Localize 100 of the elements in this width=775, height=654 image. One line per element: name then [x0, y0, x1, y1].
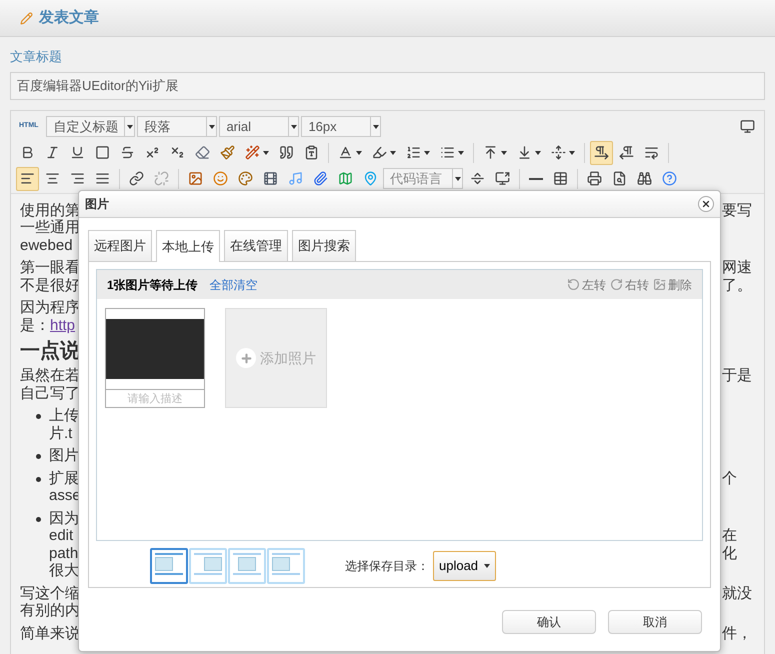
bold-icon — [20, 145, 35, 160]
toolbar-select[interactable]: 16px — [301, 116, 382, 137]
body-text: path — [49, 544, 78, 562]
spacing-bottom-icon — [517, 145, 532, 160]
description-input-field[interactable]: 请输入描述 — [106, 389, 204, 407]
subscript-icon — [170, 145, 185, 160]
body-text: 很大 — [49, 562, 79, 579]
text-link[interactable]: http — [50, 316, 76, 334]
ordered-list-icon — [406, 145, 421, 160]
underline-icon — [70, 145, 85, 160]
spacing-top-icon — [483, 145, 498, 160]
body-text: 要写 — [722, 202, 752, 218]
font-color-icon — [338, 145, 353, 160]
monitor-icon — [740, 119, 755, 134]
caret-icon — [372, 124, 379, 128]
music-note-icon — [288, 171, 303, 186]
body-text: 图片 — [49, 447, 79, 464]
title-input-field[interactable]: 百度编辑器UEditor的Yii扩展 — [10, 72, 765, 100]
layout-drawing — [272, 553, 300, 575]
dialog-tab[interactable]: 远程图片 — [88, 230, 152, 261]
body-text: 不是很好 — [20, 276, 80, 294]
document-search-icon — [612, 171, 627, 186]
body-text: 上传 — [49, 407, 79, 424]
brush-icon — [220, 145, 235, 160]
pilcrow-left-icon — [619, 145, 634, 160]
body-text: 个 — [722, 470, 737, 486]
image-action-button[interactable]: 左转 — [567, 276, 606, 294]
rotate-left-icon — [567, 278, 580, 291]
body-text: 是：http — [20, 316, 76, 334]
align-justify-icon — [95, 171, 110, 186]
body-text: 了。 — [722, 276, 752, 294]
image-remove-icon — [653, 278, 666, 291]
caret-icon — [126, 124, 133, 128]
body-text: 片.t — [49, 424, 72, 442]
unlink-icon — [154, 171, 169, 186]
caret-icon — [484, 564, 490, 568]
body-text: 就没 — [722, 584, 752, 602]
image-action-button[interactable]: 删除 — [653, 276, 692, 294]
image-icon — [188, 171, 203, 186]
map-icon — [338, 171, 353, 186]
dialog-tab[interactable]: 本地上传 — [156, 230, 220, 262]
palette-icon — [238, 171, 253, 186]
pilcrow-right-icon — [594, 145, 609, 160]
pencil-icon — [20, 12, 33, 24]
body-text: 虽然在若 — [20, 367, 80, 384]
binoculars-icon — [637, 171, 652, 186]
dialog-tab[interactable]: 在线管理 — [224, 230, 288, 261]
body-text: 扩展 — [49, 470, 79, 486]
toolbar-select[interactable]: 自定义标题 — [46, 116, 136, 137]
body-text: 自己写了 — [20, 384, 80, 402]
image-alignment-option[interactable] — [150, 548, 188, 584]
toolbar-button[interactable] — [16, 166, 39, 190]
map-pin-icon — [363, 171, 378, 186]
smiley-icon — [213, 171, 228, 186]
body-text: 因为 — [49, 510, 79, 526]
italic-icon — [45, 145, 60, 160]
toolbar-select[interactable]: arial — [219, 116, 300, 137]
toolbar-button[interactable] — [590, 140, 613, 164]
quote-icon — [279, 145, 294, 160]
eraser-icon — [195, 145, 210, 160]
horizontal-rule-icon — [529, 178, 543, 180]
body-text: 化 — [722, 544, 737, 562]
print-icon — [587, 171, 602, 186]
body-text: edit — [49, 527, 74, 544]
save-directory-label: 选择保存目录： — [345, 558, 429, 575]
layout-drawing — [155, 553, 183, 575]
queue-status: 1张图片等待上传 — [107, 276, 198, 294]
body-text: 第一眼看 — [20, 259, 80, 276]
clipboard-icon — [304, 145, 319, 160]
wand-icon — [245, 145, 260, 160]
dialog-title: 图片 — [85, 196, 109, 213]
film-icon — [263, 171, 278, 186]
body-text: 网速 — [722, 259, 752, 276]
body-text: 于是 — [722, 367, 752, 384]
bullet-list-icon — [440, 145, 455, 160]
layout-drawing — [233, 553, 261, 575]
directory-select[interactable]: upload — [433, 551, 496, 581]
strikethrough-icon — [120, 145, 135, 160]
dialog-button[interactable]: 取消 — [608, 610, 702, 634]
highlighter-icon — [372, 145, 387, 160]
close-button[interactable] — [698, 196, 714, 212]
line-height-icon — [551, 145, 566, 160]
link-icon — [129, 171, 144, 186]
dialog-tab[interactable]: 图片搜索 — [292, 230, 356, 261]
caret-icon — [454, 176, 460, 180]
indent-icon — [644, 145, 659, 160]
dialog-button[interactable]: 确认 — [502, 610, 596, 634]
paperclip-icon — [313, 171, 328, 186]
rotate-right-icon — [610, 278, 623, 291]
caret-icon — [290, 124, 297, 128]
body-text: 在 — [722, 527, 737, 544]
image-action-button[interactable]: 右转 — [610, 276, 649, 294]
align-right-icon — [70, 171, 85, 186]
field-label: 文章标题 — [10, 48, 63, 66]
superscript-icon — [145, 145, 160, 160]
caret-icon — [208, 124, 215, 128]
help-icon — [662, 171, 677, 186]
page-break-icon — [470, 171, 485, 186]
toolbar-select[interactable]: 段落 — [137, 116, 218, 137]
clear-all-link[interactable]: 全部清空 — [210, 276, 258, 294]
